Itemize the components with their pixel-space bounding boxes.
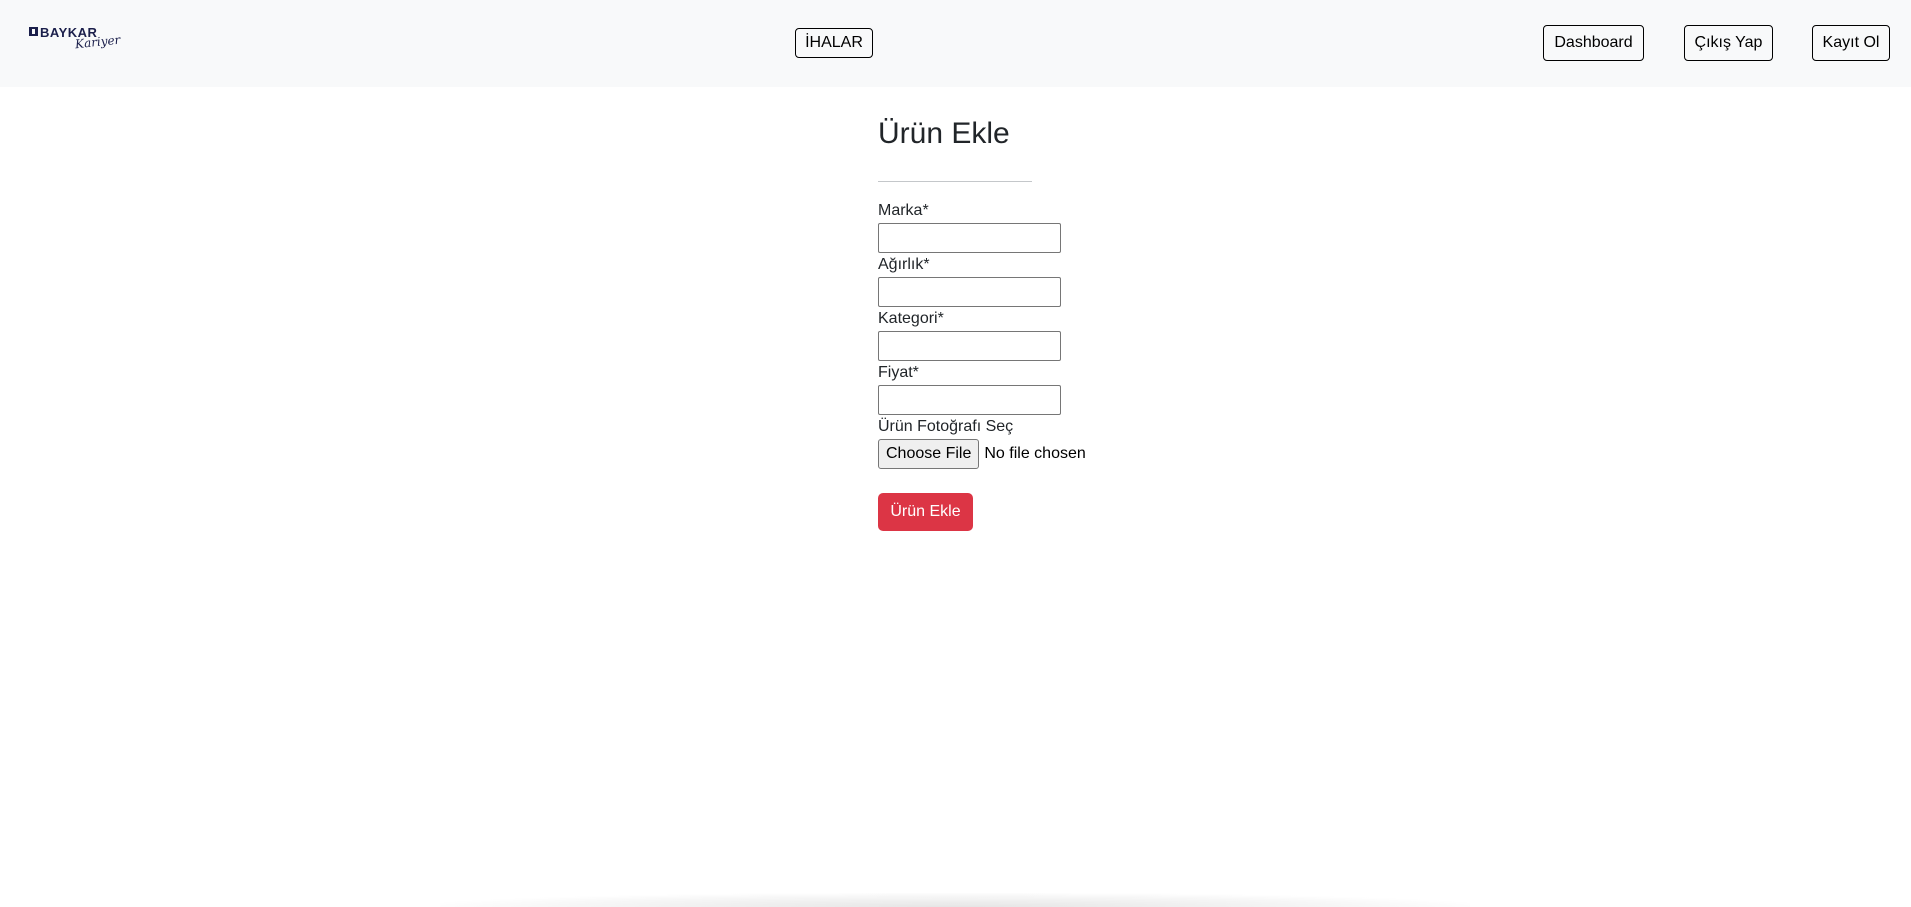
nav-ihalar-button[interactable]: İHALAR (795, 28, 873, 58)
photo-file-input[interactable]: Choose File No file chosen (878, 439, 1086, 469)
category-input[interactable] (878, 331, 1061, 361)
weight-input[interactable] (878, 277, 1061, 307)
baykar-logo[interactable]: BAYKAR Kariyer (29, 25, 121, 59)
add-product-form: Ürün Ekle Marka* Ağırlık* Kategori* Fiya… (878, 112, 1178, 531)
nav-dashboard-button[interactable]: Dashboard (1543, 25, 1644, 61)
file-status-text: No file chosen (984, 445, 1086, 462)
brand-label: Marka* (878, 202, 929, 219)
category-label: Kategori* (878, 310, 944, 327)
page-title: Ürün Ekle (878, 117, 1010, 150)
nav-logout-button[interactable]: Çıkış Yap (1684, 25, 1773, 61)
add-product-submit-button[interactable]: Ürün Ekle (878, 493, 973, 531)
choose-file-button[interactable]: Choose File (878, 439, 980, 469)
price-input[interactable] (878, 385, 1061, 415)
title-divider (878, 181, 1032, 182)
weight-label: Ağırlık* (878, 256, 930, 273)
photo-label: Ürün Fotoğrafı Seç (878, 418, 1014, 435)
price-label: Fiyat* (878, 364, 919, 381)
top-navbar: BAYKAR Kariyer İHALAR Dashboard Çıkış Ya… (0, 0, 1911, 87)
logo-mark-icon (29, 27, 38, 36)
bottom-shadow (440, 893, 1470, 907)
nav-register-button[interactable]: Kayıt Ol (1812, 25, 1890, 61)
brand-input[interactable] (878, 223, 1061, 253)
